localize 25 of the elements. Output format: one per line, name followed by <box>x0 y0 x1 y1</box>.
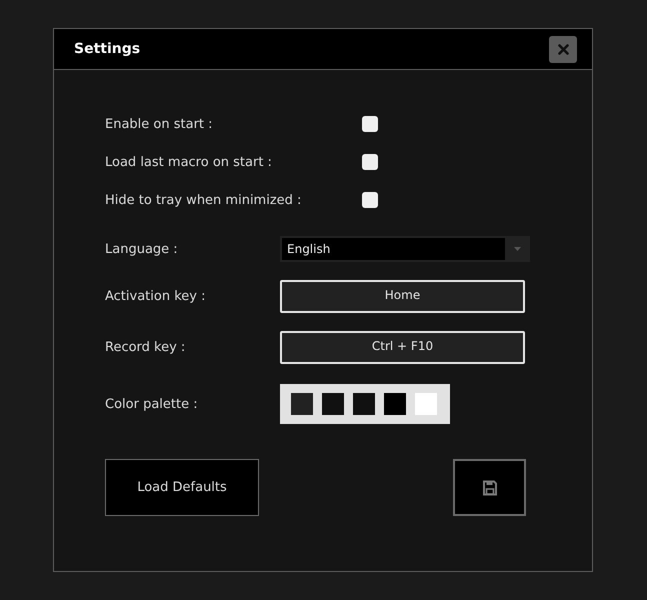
close-icon <box>558 44 568 54</box>
language-dropdown[interactable]: English <box>280 236 530 262</box>
hotkey-button[interactable]: Home <box>280 280 525 313</box>
setting-label: Load last macro on start : <box>105 154 272 170</box>
hotkey-button[interactable]: Ctrl + F10 <box>280 331 525 364</box>
swatch-icon[interactable] <box>353 393 375 415</box>
load-defaults-button[interactable]: Load Defaults <box>105 459 259 516</box>
swatch-icon[interactable] <box>384 393 406 415</box>
checkbox[interactable] <box>362 192 378 208</box>
setting-label: Record key : <box>105 340 186 355</box>
setting-label: Language : <box>105 242 178 256</box>
setting-label: Hide to tray when minimized : <box>105 192 302 208</box>
swatch-icon[interactable] <box>415 393 437 415</box>
checkbox[interactable] <box>362 154 378 170</box>
setting-label: Color palette : <box>105 396 198 412</box>
checkbox[interactable] <box>362 116 378 132</box>
window-title: Settings <box>74 41 140 57</box>
swatch-icon[interactable] <box>291 393 313 415</box>
setting-label: Enable on start : <box>105 116 213 132</box>
close-button[interactable] <box>549 36 577 62</box>
save-button[interactable] <box>453 459 526 516</box>
swatch-icon[interactable] <box>322 393 344 415</box>
setting-label: Activation key : <box>105 289 206 304</box>
save-icon <box>482 480 496 496</box>
caret-icon <box>514 247 521 251</box>
